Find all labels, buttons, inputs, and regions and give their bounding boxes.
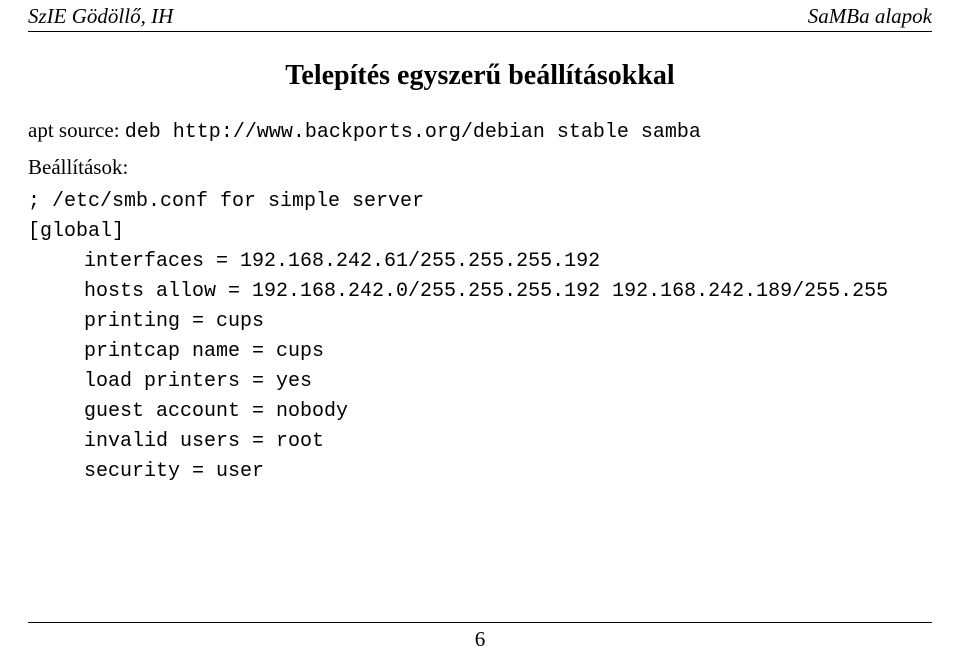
config-block: ; /etc/smb.conf for simple server [globa… — [28, 188, 932, 486]
config-line: guest account = nobody — [28, 398, 932, 426]
config-line: load printers = yes — [28, 368, 932, 396]
config-line: security = user — [28, 458, 932, 486]
config-line: printing = cups — [28, 308, 932, 336]
page-number: 6 — [0, 627, 960, 652]
config-line: printcap name = cups — [28, 338, 932, 366]
config-line: interfaces = 192.168.242.61/255.255.255.… — [28, 248, 932, 276]
page-footer: 6 — [0, 622, 960, 652]
config-comment: ; /etc/smb.conf for simple server — [28, 188, 932, 216]
apt-source-line: apt source: deb http://www.backports.org… — [28, 116, 932, 147]
config-line: invalid users = root — [28, 428, 932, 456]
header-right: SaMBa alapok — [808, 4, 932, 29]
page-header: SzIE Gödöllő, IH SaMBa alapok — [0, 0, 960, 29]
content: Telepítés egyszerű beállításokkal apt so… — [0, 32, 960, 486]
config-line: hosts allow = 192.168.242.0/255.255.255.… — [28, 278, 932, 306]
page: SzIE Gödöllő, IH SaMBa alapok Telepítés … — [0, 0, 960, 662]
footer-divider — [28, 622, 932, 623]
apt-value: deb http://www.backports.org/debian stab… — [125, 121, 701, 144]
apt-label: apt source: — [28, 118, 125, 142]
page-title: Telepítés egyszerű beállításokkal — [28, 60, 932, 92]
config-section: [global] — [28, 218, 932, 246]
header-left: SzIE Gödöllő, IH — [28, 4, 173, 29]
settings-label: Beállítások: — [28, 153, 932, 182]
